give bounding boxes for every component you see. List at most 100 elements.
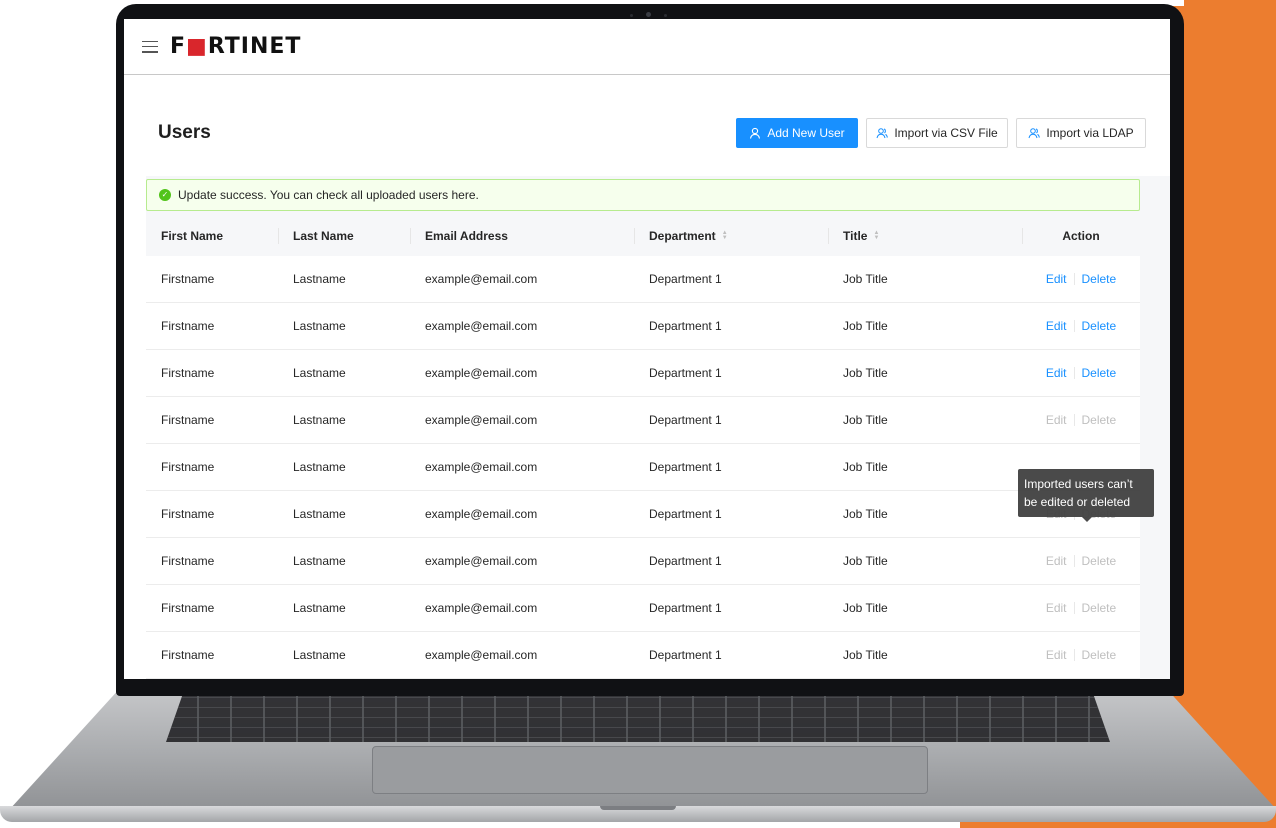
cell-title: Job Title [843,648,888,662]
cell-title: Job Title [843,507,888,521]
cell-title: Job Title [843,366,888,380]
cell-last: Lastname [293,272,346,286]
cell-last: Lastname [293,413,346,427]
cell-dept: Department 1 [649,272,722,286]
cell-actions: Edit Delete [1022,366,1140,380]
keyboard-rows [166,688,1110,742]
sort-icon[interactable]: ▲ ▼ [722,230,728,241]
cell-dept: Department 1 [649,507,722,521]
edit-link: Edit [1045,648,1067,662]
cell-email: example@email.com [425,460,538,474]
delete-link[interactable]: Delete [1082,366,1117,380]
table-body: Firstname Lastname example@email.com Depart… [146,256,1140,679]
import-csv-button[interactable]: Import via CSV File [866,118,1008,148]
cell-first: Firstname [161,460,215,474]
table-header: First Name Last Name Email Address Depar… [146,216,1140,256]
camera-icon [646,12,651,17]
cell-email: example@email.com [425,272,538,286]
delete-link[interactable]: Delete [1082,319,1117,333]
cell-first: Firstname [161,319,215,333]
cell-title: Job Title [843,319,888,333]
cell-actions: Edit Delete [1022,554,1140,568]
cell-email: example@email.com [425,601,538,615]
column-last-name: Last Name [278,216,410,256]
column-department[interactable]: Department ▲ ▼ [634,216,828,256]
content-area: ✓ Update success. You can check all uplo… [146,176,1170,679]
cell-first: Firstname [161,507,215,521]
laptop-trackpad [372,746,928,794]
edit-link: Edit [1045,601,1067,615]
action-divider [1073,649,1075,661]
cell-actions: Edit Delete [1022,272,1140,286]
cell-dept: Department 1 [649,366,722,380]
cell-actions: Edit Delete [1022,319,1140,333]
check-circle-icon: ✓ [159,189,171,201]
cell-email: example@email.com [425,413,538,427]
cell-email: example@email.com [425,507,538,521]
cell-dept: Department 1 [649,601,722,615]
fortinet-logo: F■RTINET [170,34,302,59]
action-divider [1073,602,1075,614]
cell-actions: Edit Delete [1022,601,1140,615]
column-title[interactable]: Title ▲ ▼ [828,216,1022,256]
table-row: Firstname Lastname example@email.com Depart… [146,444,1140,491]
table-row: Firstname Lastname example@email.com Depart… [146,632,1140,679]
users-icon [1028,128,1041,139]
column-action: Action [1022,216,1140,256]
action-divider [1073,273,1075,285]
action-divider [1073,367,1075,379]
action-divider [1073,555,1075,567]
cell-title: Job Title [843,601,888,615]
cell-title: Job Title [843,554,888,568]
hamburger-icon[interactable] [142,40,158,53]
page-title: Users [158,122,211,143]
import-ldap-label: Import via LDAP [1046,126,1134,140]
users-table: First Name Last Name Email Address Depar… [146,216,1140,679]
action-divider [1073,320,1075,332]
edit-link[interactable]: Edit [1046,366,1067,380]
cell-title: Job Title [843,413,888,427]
action-divider [1073,414,1075,426]
cell-first: Firstname [161,366,215,380]
cell-email: example@email.com [425,648,538,662]
sensor-dot [664,14,667,17]
edit-link[interactable]: Edit [1046,272,1067,286]
cell-actions: Edit Delete [1022,648,1140,662]
import-ldap-button[interactable]: Import via LDAP [1016,118,1146,148]
delete-link: Delete [1081,601,1117,615]
cell-last: Lastname [293,507,346,521]
sort-icon[interactable]: ▲ ▼ [873,230,879,241]
delete-link: Delete [1081,413,1117,427]
cell-dept: Department 1 [649,413,722,427]
cell-email: example@email.com [425,554,538,568]
edit-link[interactable]: Edit [1046,319,1067,333]
delete-link[interactable]: Delete [1082,272,1117,286]
cell-first: Firstname [161,601,215,615]
page-header: Users Add New User Import via CSV File I… [124,76,1170,176]
cell-last: Lastname [293,601,346,615]
laptop-base-notch [600,806,676,810]
table-row: Firstname Lastname example@email.com Depart… [146,350,1140,397]
cell-dept: Department 1 [649,554,722,568]
table-row: Firstname Lastname example@email.com Depart… [146,256,1140,303]
cell-title: Job Title [843,272,888,286]
cell-dept: Department 1 [649,460,722,474]
cell-email: example@email.com [425,319,538,333]
cell-dept: Department 1 [649,319,722,333]
cell-last: Lastname [293,366,346,380]
delete-link: Delete [1081,554,1117,568]
edit-link: Edit [1045,413,1067,427]
add-new-user-button[interactable]: Add New User [736,118,858,148]
column-email: Email Address [410,216,634,256]
app-header: F■RTINET [124,19,1170,75]
cell-title: Job Title [843,460,888,474]
column-first-name: First Name [161,229,224,243]
edit-link: Edit [1045,554,1067,568]
table-row: Firstname Lastname example@email.com Depart… [146,397,1140,444]
cell-last: Lastname [293,319,346,333]
cell-actions: Edit Delete [1022,413,1140,427]
table-row: Firstname Lastname example@email.com Depart… [146,585,1140,632]
user-add-icon [750,127,761,139]
cell-first: Firstname [161,648,215,662]
cell-first: Firstname [161,413,215,427]
